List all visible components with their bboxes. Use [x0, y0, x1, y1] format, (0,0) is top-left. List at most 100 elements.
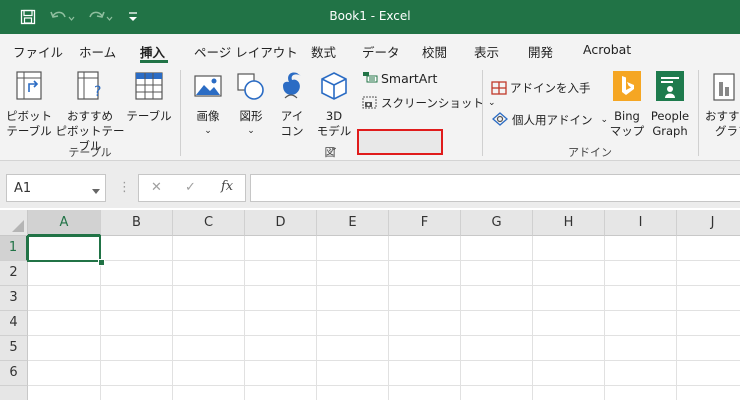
- row-header-5[interactable]: 5: [0, 336, 28, 361]
- grid-cell[interactable]: [533, 236, 605, 261]
- grid-cell[interactable]: [461, 286, 533, 311]
- name-box[interactable]: A1: [6, 174, 106, 202]
- grid-cell[interactable]: [28, 311, 101, 336]
- grid-cell[interactable]: [317, 286, 389, 311]
- grid-cell[interactable]: [101, 386, 173, 400]
- grid-cell[interactable]: [173, 261, 245, 286]
- grid-cell[interactable]: [605, 361, 677, 386]
- column-header-c[interactable]: C: [173, 210, 245, 236]
- grid-cell[interactable]: [317, 261, 389, 286]
- tab-formulas[interactable]: 数式: [311, 42, 336, 61]
- grid-cell[interactable]: [101, 336, 173, 361]
- icons-button[interactable]: アイ コン: [275, 70, 309, 139]
- insert-function-icon[interactable]: fx: [221, 179, 233, 194]
- grid-cell[interactable]: [245, 311, 317, 336]
- image-button[interactable]: 画像 ⌄: [190, 70, 226, 139]
- tab-view[interactable]: 表示: [474, 42, 499, 61]
- grid-cell[interactable]: [317, 361, 389, 386]
- recommended-chart-button[interactable]: おすすめ グラフ: [705, 70, 740, 139]
- grid-cell[interactable]: [317, 386, 389, 400]
- column-header-e[interactable]: E: [317, 210, 389, 236]
- grid-cell[interactable]: [245, 261, 317, 286]
- column-header-i[interactable]: I: [605, 210, 677, 236]
- my-addins-button[interactable]: 個人用アドイン ⌄: [491, 111, 608, 128]
- grid-cell[interactable]: [173, 361, 245, 386]
- row-header-6[interactable]: 6: [0, 361, 28, 386]
- grid-cell[interactable]: [677, 336, 740, 361]
- grid-cell[interactable]: [101, 236, 173, 261]
- grid-cell[interactable]: [317, 236, 389, 261]
- grid-cell[interactable]: [677, 236, 740, 261]
- grid-cell[interactable]: [605, 386, 677, 400]
- grid-cell[interactable]: [677, 311, 740, 336]
- recommended-pivot-button[interactable]: ? おすすめ ピボットテーブル: [53, 70, 127, 154]
- grid-cell[interactable]: [389, 236, 461, 261]
- row-header-1[interactable]: 1: [0, 236, 28, 261]
- grid-cell[interactable]: [389, 361, 461, 386]
- shapes-button[interactable]: 図形 ⌄: [233, 70, 269, 139]
- screenshot-button[interactable]: スクリーンショット ⌄: [362, 95, 495, 111]
- bing-maps-button[interactable]: Bing マップ: [607, 70, 647, 139]
- grid-cell[interactable]: [461, 236, 533, 261]
- grid-cell[interactable]: [173, 236, 245, 261]
- column-header-g[interactable]: G: [461, 210, 533, 236]
- grid-cell[interactable]: [533, 386, 605, 400]
- grid-cell[interactable]: [245, 336, 317, 361]
- grid-cell[interactable]: [461, 386, 533, 400]
- grid-cell[interactable]: [389, 336, 461, 361]
- grid-cell[interactable]: [677, 386, 740, 400]
- grid-cell[interactable]: [245, 236, 317, 261]
- grid-cell[interactable]: [461, 311, 533, 336]
- grid-cell[interactable]: [605, 261, 677, 286]
- table-button[interactable]: テーブル: [126, 70, 172, 124]
- tab-developer[interactable]: 開発: [528, 42, 553, 61]
- grid-cell[interactable]: [389, 261, 461, 286]
- get-addins-button[interactable]: アドインを入手: [491, 80, 591, 96]
- column-header-d[interactable]: D: [245, 210, 317, 236]
- formula-input[interactable]: [250, 174, 740, 202]
- grid-cell[interactable]: [605, 336, 677, 361]
- grid-cell[interactable]: [605, 286, 677, 311]
- grid-cell[interactable]: [533, 261, 605, 286]
- column-header-h[interactable]: H: [533, 210, 605, 236]
- grid-cell[interactable]: [245, 286, 317, 311]
- enter-icon[interactable]: ✓: [185, 180, 196, 195]
- grid-cell[interactable]: [28, 336, 101, 361]
- grid-cell[interactable]: [389, 386, 461, 400]
- grid-cell[interactable]: [101, 261, 173, 286]
- grid-cell[interactable]: [677, 261, 740, 286]
- grid-cell[interactable]: [461, 336, 533, 361]
- name-box-dropdown-icon[interactable]: [92, 184, 100, 198]
- grid-cell[interactable]: [677, 286, 740, 311]
- grid-cell[interactable]: [461, 261, 533, 286]
- row-header-3[interactable]: 3: [0, 286, 28, 311]
- grid-cell[interactable]: [605, 311, 677, 336]
- pivot-table-button[interactable]: ピボット テーブル: [6, 70, 52, 139]
- grid-cell[interactable]: [389, 311, 461, 336]
- column-header-j[interactable]: J: [677, 210, 740, 236]
- tab-acrobat[interactable]: Acrobat: [583, 42, 631, 57]
- row-header-7[interactable]: [0, 386, 28, 400]
- active-cell-a1[interactable]: [27, 235, 101, 262]
- tab-home[interactable]: ホーム: [79, 42, 116, 61]
- row-header-4[interactable]: 4: [0, 311, 28, 336]
- grid-cell[interactable]: [173, 286, 245, 311]
- tab-insert[interactable]: 挿入: [140, 42, 165, 61]
- grid-cell[interactable]: [461, 361, 533, 386]
- grid-cell[interactable]: [317, 311, 389, 336]
- tab-page-layout[interactable]: ページ レイアウト: [194, 42, 298, 61]
- grid-cell[interactable]: [28, 386, 101, 400]
- grid-cell[interactable]: [389, 286, 461, 311]
- grid-cell[interactable]: [101, 311, 173, 336]
- people-graph-button[interactable]: People Graph: [648, 70, 692, 139]
- grid-cell[interactable]: [533, 286, 605, 311]
- grid-cell[interactable]: [533, 361, 605, 386]
- grid-cell[interactable]: [101, 361, 173, 386]
- grid-cell[interactable]: [28, 361, 101, 386]
- grid-cell[interactable]: [677, 361, 740, 386]
- grid-cell[interactable]: [28, 286, 101, 311]
- grid-cell[interactable]: [605, 236, 677, 261]
- grid-cell[interactable]: [173, 311, 245, 336]
- cancel-icon[interactable]: ✕: [151, 180, 162, 195]
- column-header-a[interactable]: A: [28, 210, 101, 236]
